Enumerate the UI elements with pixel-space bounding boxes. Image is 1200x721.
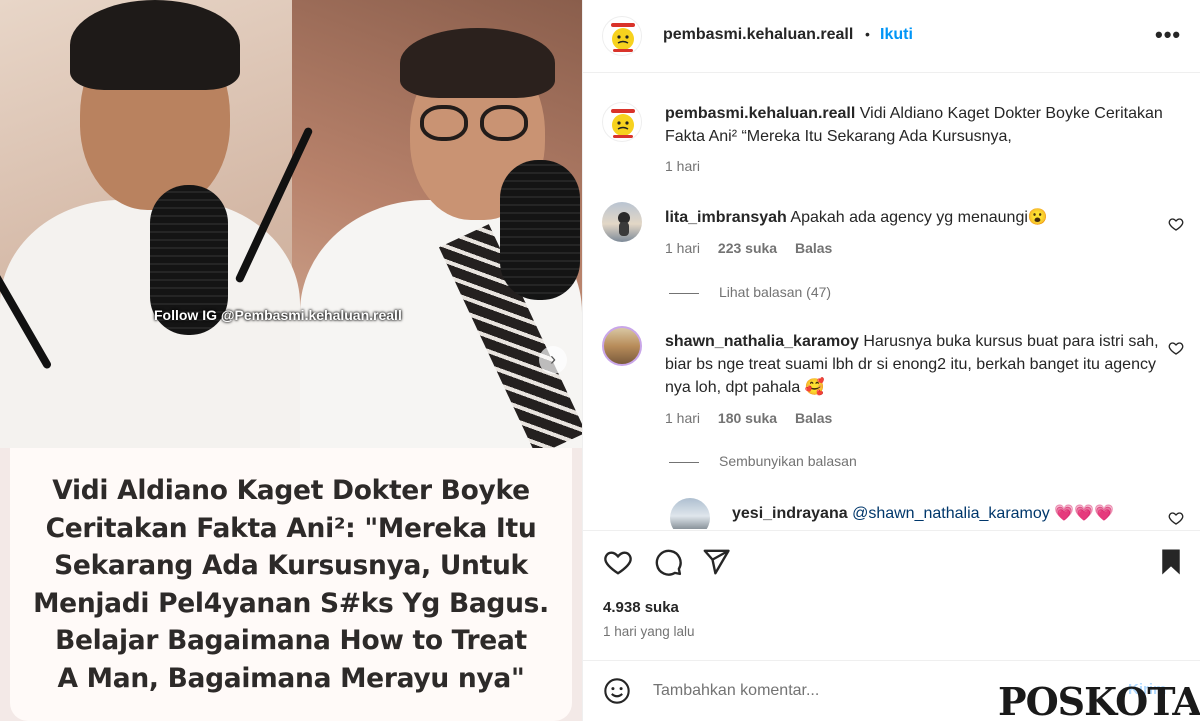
caption-text: pembasmi.kehaluan.reall Vidi Aldiano Kag… [665,102,1165,148]
comment-username[interactable]: lita_imbransyah [665,209,787,226]
like-comment-icon[interactable] [1168,510,1184,526]
post-sidebar: pembasmi.kehaluan.reall • Ikuti ••• pemb… [582,0,1200,721]
comment-text: shawn_nathalia_karamoy Harusnya buka kur… [665,330,1165,399]
post-likes-count[interactable]: 4.938 suka [603,599,679,616]
comment-meta: 1 hari 223 suka Balas [665,240,846,256]
hide-replies-toggle[interactable]: Sembunyikan balasan [669,453,857,469]
comments-section[interactable]: pembasmi.kehaluan.reall Vidi Aldiano Kag… [583,74,1200,529]
like-icon[interactable] [603,547,633,577]
avatar[interactable] [602,202,642,242]
media-watermark: Follow IG @Pembasmi.kehaluan.reall [154,307,402,323]
view-replies-label: Lihat balasan (47) [719,284,832,300]
comment-likes[interactable]: 223 suka [718,240,777,256]
next-media-button[interactable]: › [539,346,567,374]
microphone [500,160,580,300]
follow-button[interactable]: Ikuti [880,26,913,44]
emoji-icon[interactable] [603,677,631,705]
reply-text: yesi_indrayana @shawn_nathalia_karamoy 💗… [732,502,1152,525]
post-photo: Follow IG @Pembasmi.kehaluan.reall › [0,0,582,448]
media-caption-line: Belajar Bagaimana How to Treat [55,625,527,656]
brand-logo: POSKOTA [998,679,1200,721]
reply-mention[interactable]: @shawn_nathalia_karamoy [852,505,1050,522]
caption-meta: 1 hari [665,158,714,174]
media-caption-card: Vidi Aldiano Kaget Dokter Boyke Ceritaka… [10,448,572,721]
comment-time[interactable]: 1 hari [665,410,700,426]
comment-time[interactable]: 1 hari [665,240,700,256]
more-options-icon[interactable]: ••• [1155,22,1181,48]
comment-text: lita_imbransyah Apakah ada agency yg men… [665,206,1165,229]
avatar[interactable] [602,102,642,142]
caption-username[interactable]: pembasmi.kehaluan.reall [665,105,855,122]
media-caption-line: A Man, Bagaimana Merayu nya" [57,662,525,694]
post-timestamp[interactable]: 1 hari yang lalu [603,624,695,639]
media-caption-line: Ceritakan Fakta Ani²: "Mereka Itu [45,512,537,544]
reply-button[interactable]: Balas [795,410,832,426]
avatar[interactable] [602,326,642,366]
comment-likes[interactable]: 180 suka [718,410,777,426]
hide-replies-label: Sembunyikan balasan [719,453,857,469]
reply-username[interactable]: yesi_indrayana [732,505,848,522]
like-comment-icon[interactable] [1168,216,1184,232]
reply-body: 💗💗💗 [1054,505,1114,522]
media-caption-line: Sekarang Ada Kursusnya, Untuk [54,550,528,581]
action-bar [583,530,1200,592]
comment-body: Apakah ada agency yg menaungi😮 [790,209,1048,226]
comment-username[interactable]: shawn_nathalia_karamoy [665,333,859,350]
media-caption-line: Vidi Aldiano Kaget Dokter Boyke [52,475,530,506]
share-icon[interactable] [701,547,731,577]
comment-meta: 1 hari 180 suka Balas [665,410,846,426]
separator-dot: • [865,26,870,42]
post-media: Follow IG @Pembasmi.kehaluan.reall › Vid… [0,0,582,721]
caption-time[interactable]: 1 hari [665,158,700,174]
bookmark-icon[interactable] [1156,547,1186,577]
like-comment-icon[interactable] [1168,340,1184,356]
post-header: pembasmi.kehaluan.reall • Ikuti ••• [583,0,1200,73]
avatar[interactable] [602,16,642,56]
view-replies-toggle[interactable]: Lihat balasan (47) [669,284,831,300]
post-author-username[interactable]: pembasmi.kehaluan.reall [663,26,853,44]
avatar[interactable] [670,498,710,529]
reply-button[interactable]: Balas [795,240,832,256]
comment-icon[interactable] [653,547,683,577]
media-caption-line: Menjadi Pel4yanan S#ks Yg Bagus. [33,587,549,619]
